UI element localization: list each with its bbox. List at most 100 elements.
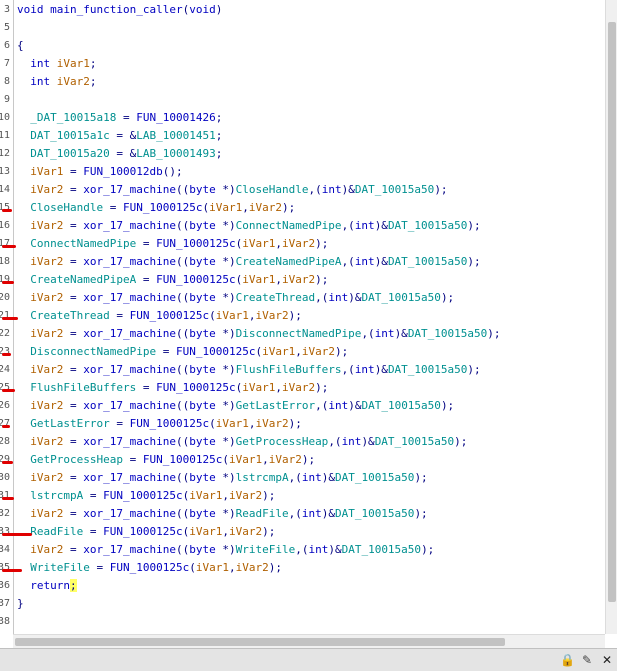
- code-token[interactable]: int: [342, 435, 362, 448]
- code-token[interactable]: xor_17_machine: [83, 363, 176, 376]
- decompiler-code-view[interactable]: 3 void main_function_caller(void) 5 6{7 int…: [0, 0, 617, 634]
- code-token[interactable]: CreateNamedPipeA: [236, 255, 342, 268]
- vertical-scroll-thumb[interactable]: [608, 22, 616, 602]
- code-text[interactable]: DisconnectNamedPipe = FUN_1000125c(iVar1…: [17, 343, 348, 361]
- code-token[interactable]: main_function_caller: [50, 3, 182, 16]
- code-token[interactable]: lstrcmpA: [236, 471, 289, 484]
- code-text[interactable]: iVar2 = xor_17_machine((byte *)GetProces…: [17, 433, 467, 451]
- code-token[interactable]: byte: [189, 471, 222, 484]
- code-token[interactable]: iVar1: [30, 165, 63, 178]
- code-token[interactable]: iVar2: [30, 183, 63, 196]
- code-token[interactable]: int: [308, 543, 328, 556]
- code-token[interactable]: byte: [189, 435, 222, 448]
- code-token[interactable]: FUN_10001426: [136, 111, 215, 124]
- code-token[interactable]: int: [30, 57, 57, 70]
- code-token[interactable]: iVar2: [30, 471, 63, 484]
- code-token[interactable]: iVar1: [189, 489, 222, 502]
- code-token[interactable]: iVar1: [209, 201, 242, 214]
- code-token[interactable]: LAB_10001493: [136, 147, 215, 160]
- code-token[interactable]: iVar1: [262, 345, 295, 358]
- code-token[interactable]: xor_17_machine: [83, 183, 176, 196]
- code-token[interactable]: CreateThread: [30, 309, 109, 322]
- code-token[interactable]: CloseHandle: [236, 183, 309, 196]
- code-text[interactable]: _DAT_10015a18 = FUN_10001426;: [17, 109, 222, 127]
- code-token[interactable]: iVar2: [229, 489, 262, 502]
- code-text[interactable]: iVar2 = xor_17_machine((byte *)CloseHand…: [17, 181, 447, 199]
- code-text[interactable]: CreateThread = FUN_1000125c(iVar1,iVar2)…: [17, 307, 302, 325]
- code-token[interactable]: xor_17_machine: [83, 471, 176, 484]
- code-token[interactable]: DAT_10015a50: [408, 327, 487, 340]
- code-token[interactable]: iVar1: [216, 417, 249, 430]
- code-token[interactable]: byte: [189, 291, 222, 304]
- code-token[interactable]: FUN_1000125c: [143, 453, 222, 466]
- code-token[interactable]: iVar2: [30, 363, 63, 376]
- code-token[interactable]: int: [302, 507, 322, 520]
- code-token[interactable]: byte: [189, 507, 222, 520]
- code-token[interactable]: iVar2: [282, 237, 315, 250]
- code-token[interactable]: xor_17_machine: [83, 399, 176, 412]
- code-token[interactable]: FUN_1000125c: [110, 561, 189, 574]
- code-token[interactable]: FUN_1000125c: [103, 525, 182, 538]
- code-token[interactable]: iVar2: [57, 75, 90, 88]
- horizontal-scroll-thumb[interactable]: [15, 638, 505, 646]
- code-token[interactable]: iVar2: [302, 345, 335, 358]
- code-token[interactable]: iVar2: [30, 507, 63, 520]
- code-token[interactable]: byte: [189, 255, 222, 268]
- code-token[interactable]: ConnectNamedPipe: [236, 219, 342, 232]
- code-token[interactable]: iVar2: [30, 327, 63, 340]
- code-token[interactable]: iVar2: [30, 255, 63, 268]
- code-token[interactable]: WriteFile: [236, 543, 296, 556]
- code-token[interactable]: iVar2: [236, 561, 269, 574]
- code-token[interactable]: iVar2: [30, 219, 63, 232]
- code-text[interactable]: GetLastError = FUN_1000125c(iVar1,iVar2)…: [17, 415, 302, 433]
- code-token[interactable]: xor_17_machine: [83, 507, 176, 520]
- code-text[interactable]: iVar1 = FUN_100012db();: [17, 163, 182, 181]
- code-token[interactable]: FUN_1000125c: [123, 201, 202, 214]
- code-token[interactable]: iVar2: [269, 453, 302, 466]
- code-text[interactable]: {: [17, 37, 24, 55]
- code-token[interactable]: byte: [189, 363, 222, 376]
- code-token[interactable]: void: [189, 3, 216, 16]
- code-token[interactable]: FUN_1000125c: [130, 417, 209, 430]
- code-text[interactable]: FlushFileBuffers = FUN_1000125c(iVar1,iV…: [17, 379, 328, 397]
- code-token[interactable]: LAB_10001451: [136, 129, 215, 142]
- code-token[interactable]: iVar2: [255, 417, 288, 430]
- code-token[interactable]: iVar2: [30, 543, 63, 556]
- vertical-scrollbar[interactable]: [605, 0, 617, 634]
- code-token[interactable]: iVar1: [242, 273, 275, 286]
- code-token[interactable]: DAT_10015a50: [361, 399, 440, 412]
- code-token[interactable]: DAT_10015a50: [361, 291, 440, 304]
- code-text[interactable]: iVar2 = xor_17_machine((byte *)FlushFile…: [17, 361, 480, 379]
- code-token[interactable]: iVar2: [30, 399, 63, 412]
- code-token[interactable]: iVar2: [282, 273, 315, 286]
- code-token[interactable]: FUN_1000125c: [156, 381, 235, 394]
- code-token[interactable]: DAT_10015a50: [388, 219, 467, 232]
- code-text[interactable]: return;: [17, 577, 77, 595]
- code-token[interactable]: GetProcessHeap: [236, 435, 329, 448]
- code-text[interactable]: DAT_10015a1c = &LAB_10001451;: [17, 127, 222, 145]
- code-text[interactable]: DAT_10015a20 = &LAB_10001493;: [17, 145, 222, 163]
- code-text[interactable]: iVar2 = xor_17_machine((byte *)WriteFile…: [17, 541, 434, 559]
- code-token[interactable]: GetProcessHeap: [30, 453, 123, 466]
- code-text[interactable]: lstrcmpA = FUN_1000125c(iVar1,iVar2);: [17, 487, 275, 505]
- code-token[interactable]: GetLastError: [30, 417, 109, 430]
- code-text[interactable]: iVar2 = xor_17_machine((byte *)ConnectNa…: [17, 217, 480, 235]
- code-token[interactable]: DisconnectNamedPipe: [30, 345, 156, 358]
- code-token[interactable]: WriteFile: [30, 561, 90, 574]
- code-token[interactable]: FUN_1000125c: [130, 309, 209, 322]
- code-token[interactable]: xor_17_machine: [83, 291, 176, 304]
- code-text[interactable]: int iVar1;: [17, 55, 96, 73]
- code-token[interactable]: _DAT_10015a18: [30, 111, 116, 124]
- code-token[interactable]: int: [30, 75, 57, 88]
- code-text[interactable]: CloseHandle = FUN_1000125c(iVar1,iVar2);: [17, 199, 295, 217]
- code-token[interactable]: DAT_10015a50: [335, 507, 414, 520]
- code-token[interactable]: byte: [189, 399, 222, 412]
- code-token[interactable]: ;: [70, 579, 77, 592]
- lock-icon[interactable]: 🔒: [560, 653, 575, 667]
- code-token[interactable]: iVar1: [242, 237, 275, 250]
- horizontal-scrollbar[interactable]: [13, 634, 605, 649]
- code-token[interactable]: iVar1: [57, 57, 90, 70]
- code-token[interactable]: return: [30, 579, 70, 592]
- code-text[interactable]: iVar2 = xor_17_machine((byte *)ReadFile,…: [17, 505, 427, 523]
- code-token[interactable]: FUN_100012db: [83, 165, 162, 178]
